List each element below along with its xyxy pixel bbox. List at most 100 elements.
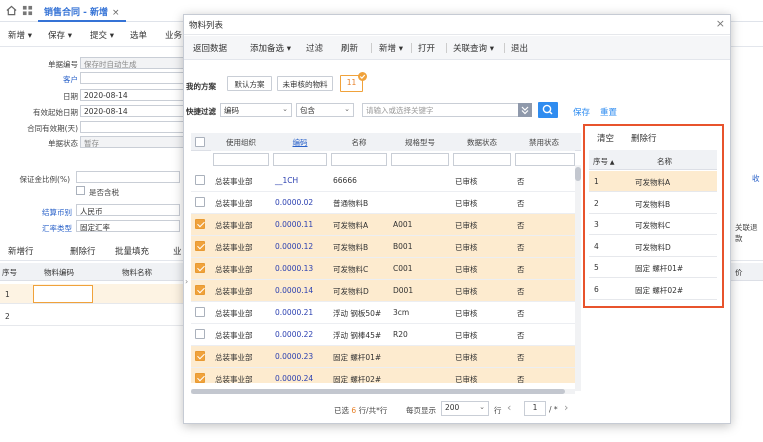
cell-code[interactable]: 0.0000.14 <box>275 286 313 295</box>
panel-row[interactable]: 1 可发物料A <box>589 171 717 192</box>
cell-code[interactable]: 0.0000.11 <box>275 220 313 229</box>
row-checkbox[interactable] <box>195 197 205 207</box>
row-checkbox[interactable] <box>195 241 205 251</box>
business-button[interactable]: 业务 <box>165 29 182 41</box>
panel-col-no[interactable]: 序号 ▲ <box>593 156 615 167</box>
save-scheme-link[interactable]: 保存 <box>573 106 590 118</box>
cell-code[interactable]: 0.0000.02 <box>275 198 313 207</box>
filter-name-input[interactable] <box>331 153 387 166</box>
horizontal-scrollbar[interactable] <box>191 389 575 394</box>
filter-button[interactable]: 过滤 <box>306 42 323 54</box>
delete-row-button[interactable]: 删除行 <box>631 132 657 144</box>
valid-start-field[interactable]: 2020-08-14 <box>80 105 184 117</box>
right-edge-link[interactable]: 收 <box>752 173 760 184</box>
row-checkbox[interactable] <box>195 329 205 339</box>
cell-code[interactable]: __1CH <box>275 176 298 185</box>
submit-button[interactable]: 提交 ▾ <box>90 29 114 41</box>
home-icon[interactable] <box>6 5 17 16</box>
close-icon[interactable]: × <box>112 8 120 18</box>
page-input[interactable]: 1 <box>524 401 546 416</box>
clear-button[interactable]: 清空 <box>597 132 614 144</box>
reset-link[interactable]: 重置 <box>600 106 617 118</box>
table-row[interactable]: 总装事业部 0.0000.12 可发物料B B001 已审核 否 <box>191 236 581 258</box>
tab-sales-contract[interactable]: 销售合同 - 新增 × <box>38 0 126 22</box>
table-row[interactable]: 总装事业部 0.0000.02 普通物料B 已审核 否 <box>191 192 581 214</box>
row-checkbox[interactable] <box>195 263 205 273</box>
panel-row[interactable]: 2 可发物料B <box>589 193 717 214</box>
customer-field[interactable] <box>80 72 184 84</box>
row-checkbox[interactable] <box>195 373 205 383</box>
cell-code[interactable]: 0.0000.22 <box>275 330 313 339</box>
panel-row[interactable]: 3 可发物料C <box>589 214 717 235</box>
row-checkbox[interactable] <box>195 285 205 295</box>
delete-row-button[interactable]: 删除行 <box>70 245 96 257</box>
save-button[interactable]: 保存 ▾ <box>48 29 72 41</box>
filter-code-input[interactable] <box>273 153 327 166</box>
related-query-button[interactable]: 关联查询 ▾ <box>453 42 494 54</box>
table-row[interactable]: 总装事业部 0.0000.24 固定 螺杆02# 已审核 否 <box>191 368 581 383</box>
row-checkbox[interactable] <box>195 219 205 229</box>
new-button[interactable]: 新增 ▾ <box>379 42 403 54</box>
material-code-cell[interactable] <box>33 285 93 303</box>
bill-no-field[interactable]: 保存时自动生成 <box>80 57 184 69</box>
entry-row[interactable]: 2 <box>0 306 190 326</box>
batch-fill-button[interactable]: 批量填充 <box>115 245 149 257</box>
table-row[interactable]: 总装事业部 0.0000.11 可发物料A A001 已审核 否 <box>191 214 581 236</box>
customer-label[interactable]: 客户 <box>0 74 78 85</box>
filter-field-select[interactable]: 编码 ⌄ <box>220 103 292 117</box>
filter-disabled-input[interactable] <box>515 153 575 166</box>
currency-label[interactable]: 结算币别 <box>0 207 72 218</box>
open-button[interactable]: 打开 <box>418 42 435 54</box>
filter-status-input[interactable] <box>453 153 511 166</box>
close-icon[interactable]: × <box>716 17 725 30</box>
rate-type-field[interactable]: 固定汇率 <box>76 220 180 232</box>
add-row-button[interactable]: 新增行 <box>8 245 34 257</box>
filter-org-input[interactable] <box>213 153 269 166</box>
table-row[interactable]: 总装事业部 0.0000.22 浮动 钢棒45# R20 已审核 否 <box>191 324 581 346</box>
cell-code[interactable]: 0.0000.23 <box>275 352 313 361</box>
grid-menu-icon[interactable] <box>22 5 33 16</box>
select-bill-button[interactable]: 选单 <box>130 29 147 41</box>
refresh-button[interactable]: 刷新 <box>341 42 358 54</box>
search-button[interactable] <box>538 102 558 118</box>
filter-operator-select[interactable]: 包含 ⌄ <box>296 103 354 117</box>
table-row[interactable]: 总装事业部 __1CH 66666 已审核 否 <box>191 170 581 192</box>
row-checkbox[interactable] <box>195 351 205 361</box>
date-field[interactable]: 2020-08-14 <box>80 89 184 101</box>
entry-row[interactable]: 1 <box>0 284 190 304</box>
panel-row[interactable]: 5 固定 螺杆01# <box>589 257 717 278</box>
return-data-button[interactable]: 返回数据 <box>193 42 227 54</box>
exit-button[interactable]: 退出 <box>511 42 528 54</box>
panel-row[interactable]: 6 固定 螺杆02# <box>589 279 717 300</box>
currency-field[interactable]: 人民币 <box>76 204 180 216</box>
select-all-checkbox[interactable] <box>195 137 205 147</box>
filter-keyword-input[interactable]: 请输入或选择关键字 <box>362 103 520 117</box>
scrollbar-thumb[interactable] <box>191 389 565 394</box>
new-button[interactable]: 新增 ▾ <box>8 29 32 41</box>
business-sub-button[interactable]: 业 <box>173 245 182 257</box>
cell-code[interactable]: 0.0000.21 <box>275 308 313 317</box>
row-checkbox[interactable] <box>195 307 205 317</box>
scheme-default-button[interactable]: 默认方案 <box>227 76 272 91</box>
table-row[interactable]: 总装事业部 0.0000.14 可发物料D D001 已审核 否 <box>191 280 581 302</box>
col-code[interactable]: 编码 <box>271 133 329 151</box>
filter-spec-input[interactable] <box>391 153 449 166</box>
keyword-dropdown-button[interactable] <box>518 103 532 117</box>
deposit-ratio-field[interactable] <box>76 171 180 183</box>
next-page-icon[interactable]: › <box>564 401 568 414</box>
scheme-unapproved-button[interactable]: 未审核的物料 <box>277 76 333 91</box>
panel-row[interactable]: 4 可发物料D <box>589 236 717 257</box>
cell-code[interactable]: 0.0000.24 <box>275 374 313 383</box>
add-candidate-button[interactable]: 添加备选 ▾ <box>250 42 291 54</box>
cell-code[interactable]: 0.0000.13 <box>275 264 313 273</box>
table-row[interactable]: 总装事业部 0.0000.23 固定 螺杆01# 已审核 否 <box>191 346 581 368</box>
vertical-scrollbar[interactable] <box>575 165 581 391</box>
rate-type-label[interactable]: 汇率类型 <box>0 223 72 234</box>
prev-page-icon[interactable]: ‹ <box>507 401 511 414</box>
table-row[interactable]: 总装事业部 0.0000.13 可发物料C C001 已审核 否 <box>191 258 581 280</box>
collapse-arrow-icon[interactable]: › <box>185 277 188 286</box>
valid-period-field[interactable] <box>80 121 184 133</box>
scrollbar-thumb[interactable] <box>575 167 581 181</box>
row-checkbox[interactable] <box>195 175 205 185</box>
per-page-select[interactable]: 200 ⌄ <box>441 401 489 416</box>
